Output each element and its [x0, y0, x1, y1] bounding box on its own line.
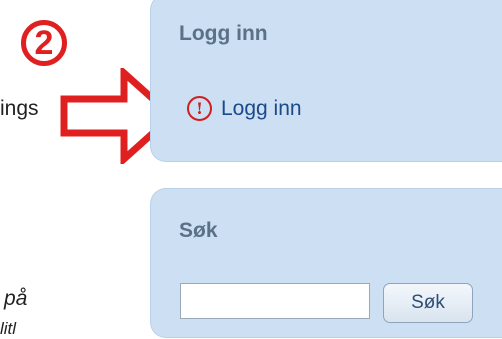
step-number-badge-icon: 2	[21, 20, 67, 66]
content-text-fragment: ings	[0, 97, 39, 120]
login-link-label: Logg inn	[221, 96, 302, 120]
login-panel-title: Logg inn	[179, 22, 268, 45]
search-panel-title: Søk	[179, 219, 218, 242]
info-icon: !	[187, 96, 212, 121]
content-text-fragment: på	[4, 287, 28, 310]
search-panel: Søk Søk	[150, 188, 502, 338]
content-text-fragment: litl	[0, 319, 17, 338]
search-button[interactable]: Søk	[383, 283, 473, 323]
login-panel: Logg inn ! Logg inn	[150, 0, 502, 162]
login-link[interactable]: ! Logg inn	[187, 96, 302, 121]
search-input[interactable]	[180, 283, 370, 319]
